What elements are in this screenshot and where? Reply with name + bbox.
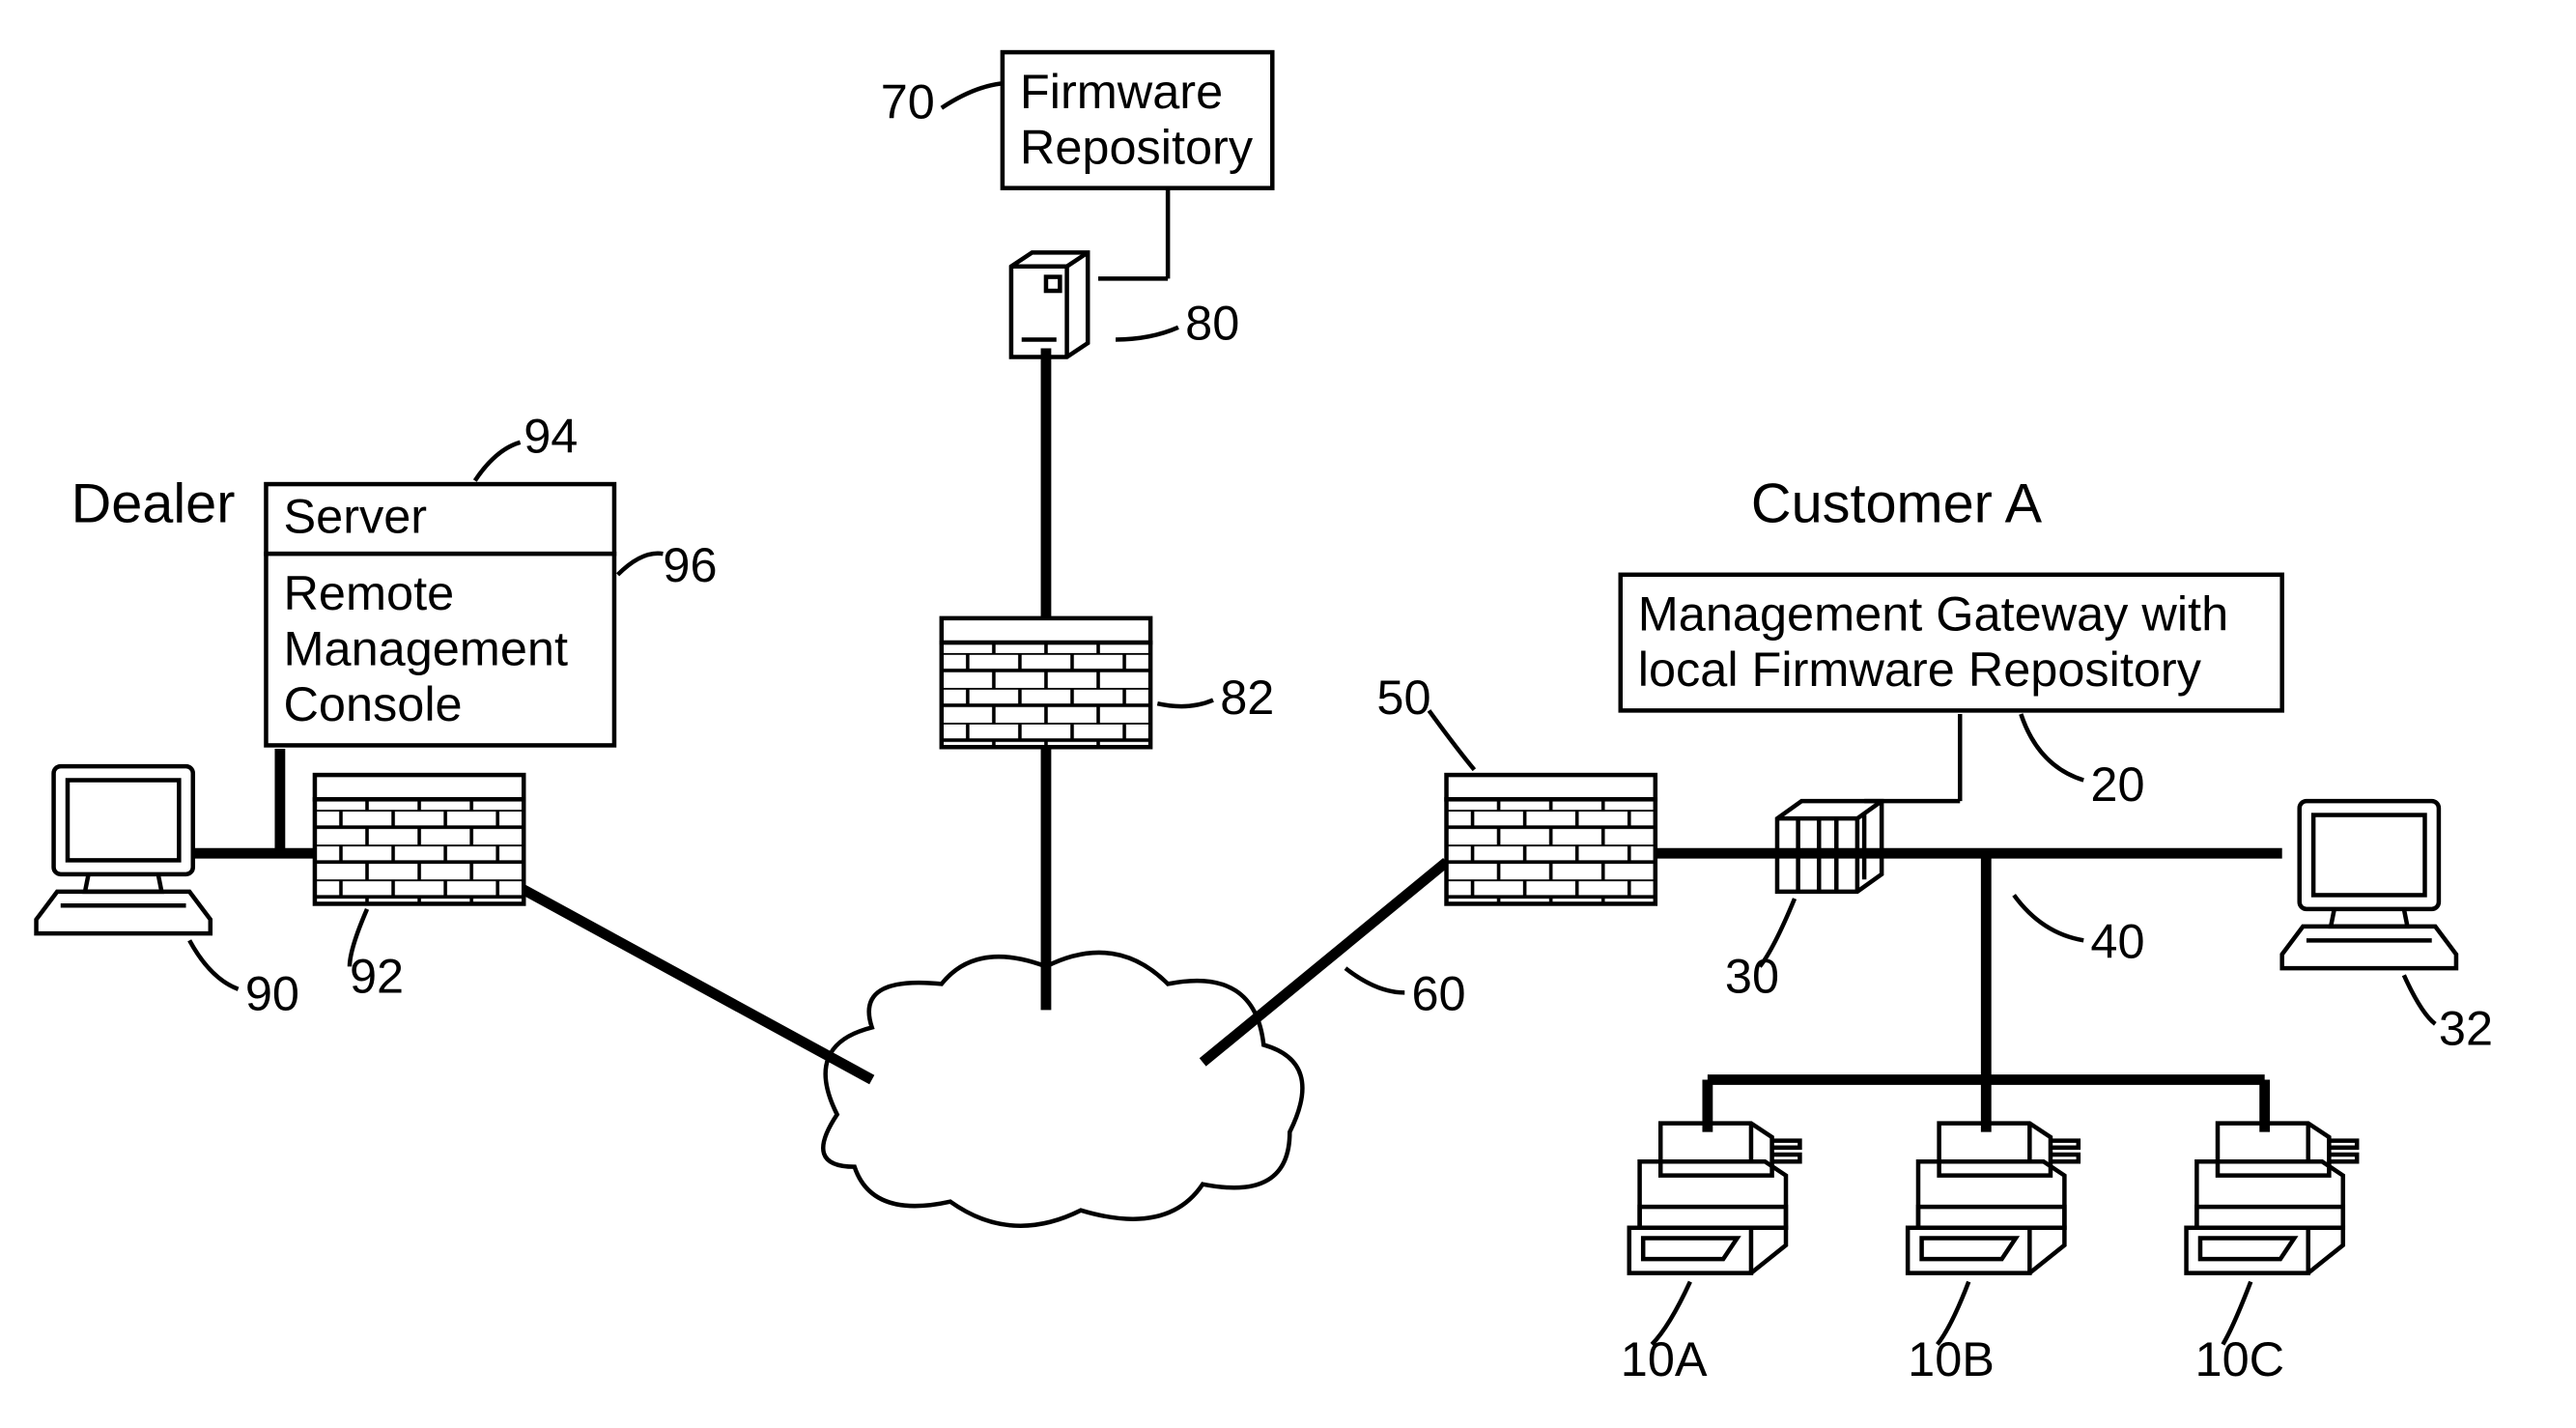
printer-c-icon: [2187, 1124, 2358, 1273]
printer-b-icon: [1908, 1124, 2079, 1273]
repo-server-icon: [1011, 252, 1088, 357]
customer-heading: Customer A: [1751, 473, 2043, 535]
firewall-dealer-icon: [315, 775, 524, 903]
management-gateway-box: Management Gateway with local Firmware R…: [1621, 575, 2282, 711]
ref-94: 94: [524, 409, 578, 464]
ref-90: 90: [245, 965, 299, 1020]
printer-a-icon: [1629, 1124, 1800, 1273]
ref-10c: 10C: [2195, 1331, 2285, 1386]
gateway-device-icon: [1777, 801, 1882, 892]
dealer-server-box: Server Remote Management Console: [266, 484, 613, 745]
ref-40: 40: [2090, 913, 2144, 968]
ref-70: 70: [881, 74, 935, 129]
ref-50: 50: [1376, 670, 1430, 725]
customer-terminal-icon: [2282, 801, 2456, 968]
firmware-repository-box: Firmware Repository: [1003, 52, 1272, 188]
ref-96: 96: [663, 537, 717, 592]
dealer-heading: Dealer: [71, 473, 236, 535]
mgw-label-2: local Firmware Repository: [1638, 642, 2202, 697]
firewall-customer-icon: [1447, 775, 1656, 903]
ref-10b: 10B: [1908, 1331, 1995, 1386]
firewall-center-icon: [942, 618, 1150, 747]
ref-92: 92: [350, 948, 404, 1003]
diagram: Firmware Repository 70 80 82 Dealer Serv…: [0, 0, 2576, 1428]
server-label: Server: [283, 489, 427, 544]
ref-32: 32: [2439, 1000, 2493, 1055]
ref-82: 82: [1220, 670, 1274, 725]
firmware-repo-label-1: Firmware: [1020, 64, 1223, 119]
cloud-icon: [823, 953, 1302, 1226]
rmc-label-3: Console: [283, 676, 462, 731]
ref-20: 20: [2090, 757, 2144, 812]
rmc-label-2: Management: [283, 621, 568, 676]
rmc-label-1: Remote: [283, 565, 454, 620]
ref-80: 80: [1185, 295, 1239, 350]
ref-10a: 10A: [1621, 1331, 1708, 1386]
ref-30: 30: [1725, 948, 1779, 1003]
mgw-label-1: Management Gateway with: [1638, 585, 2228, 641]
dealer-terminal-icon: [37, 766, 211, 933]
ref-60: 60: [1411, 965, 1465, 1020]
firmware-repo-label-2: Repository: [1020, 119, 1254, 174]
